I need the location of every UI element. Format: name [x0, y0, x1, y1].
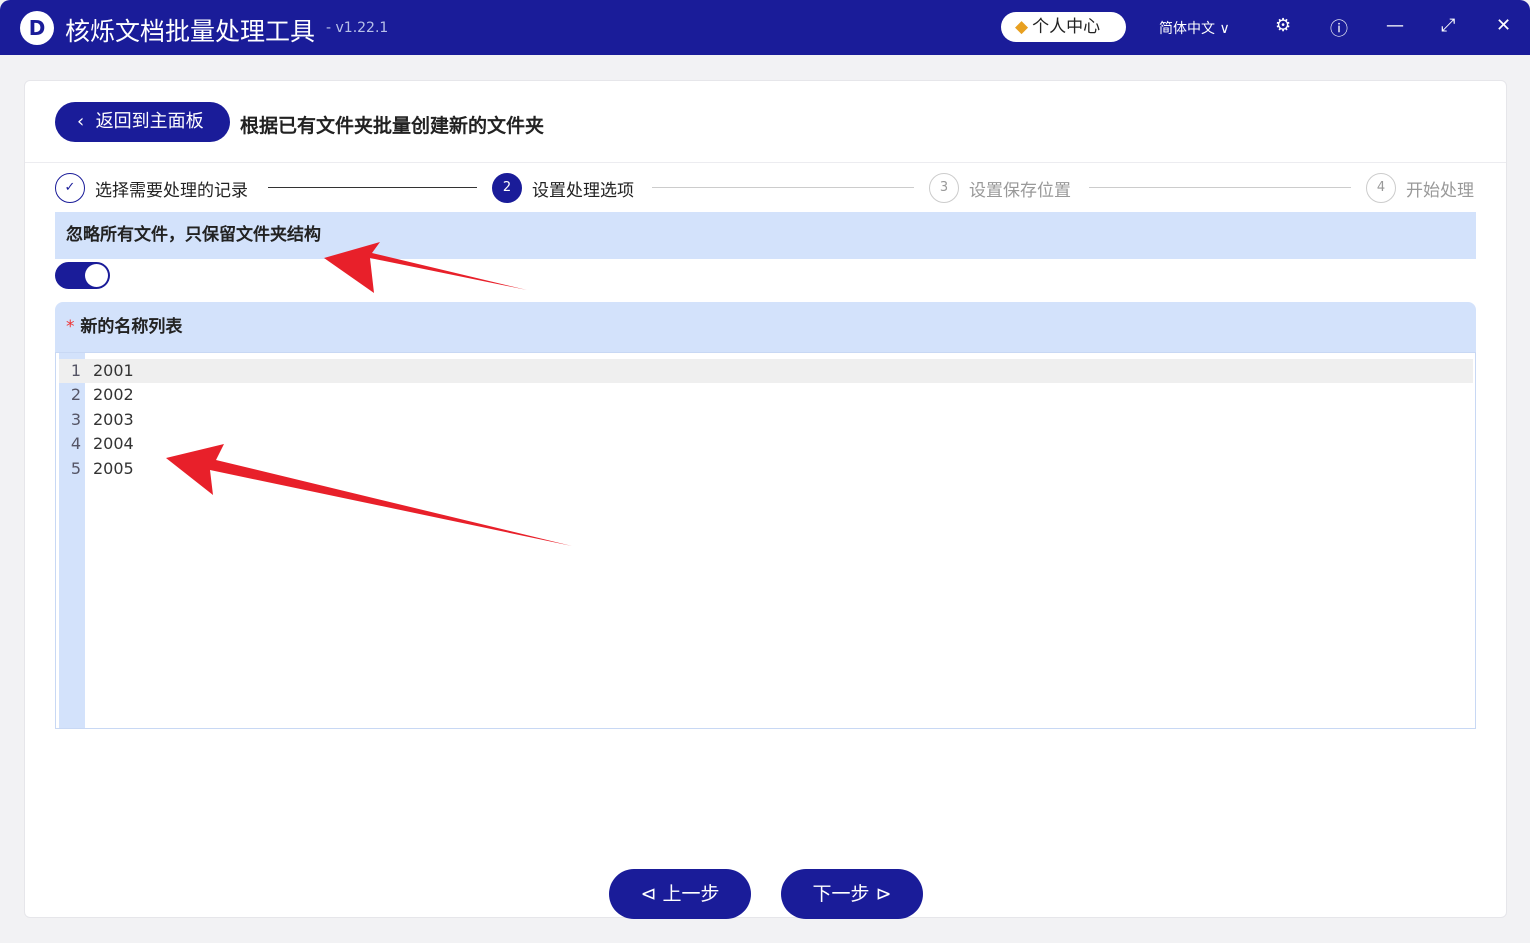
- red-arrow: [324, 242, 527, 293]
- chevron-right-circle-icon: ⊳: [875, 883, 892, 905]
- chevron-left-circle-icon: ⊲: [640, 883, 657, 905]
- next-step-button[interactable]: 下一步 ⊳: [781, 869, 923, 919]
- red-arrow: [166, 444, 572, 546]
- prev-step-button[interactable]: ⊲ 上一步: [609, 869, 751, 919]
- prev-label: 上一步: [662, 883, 720, 905]
- annotation-arrows: [166, 242, 572, 546]
- next-label: 下一步: [812, 883, 870, 905]
